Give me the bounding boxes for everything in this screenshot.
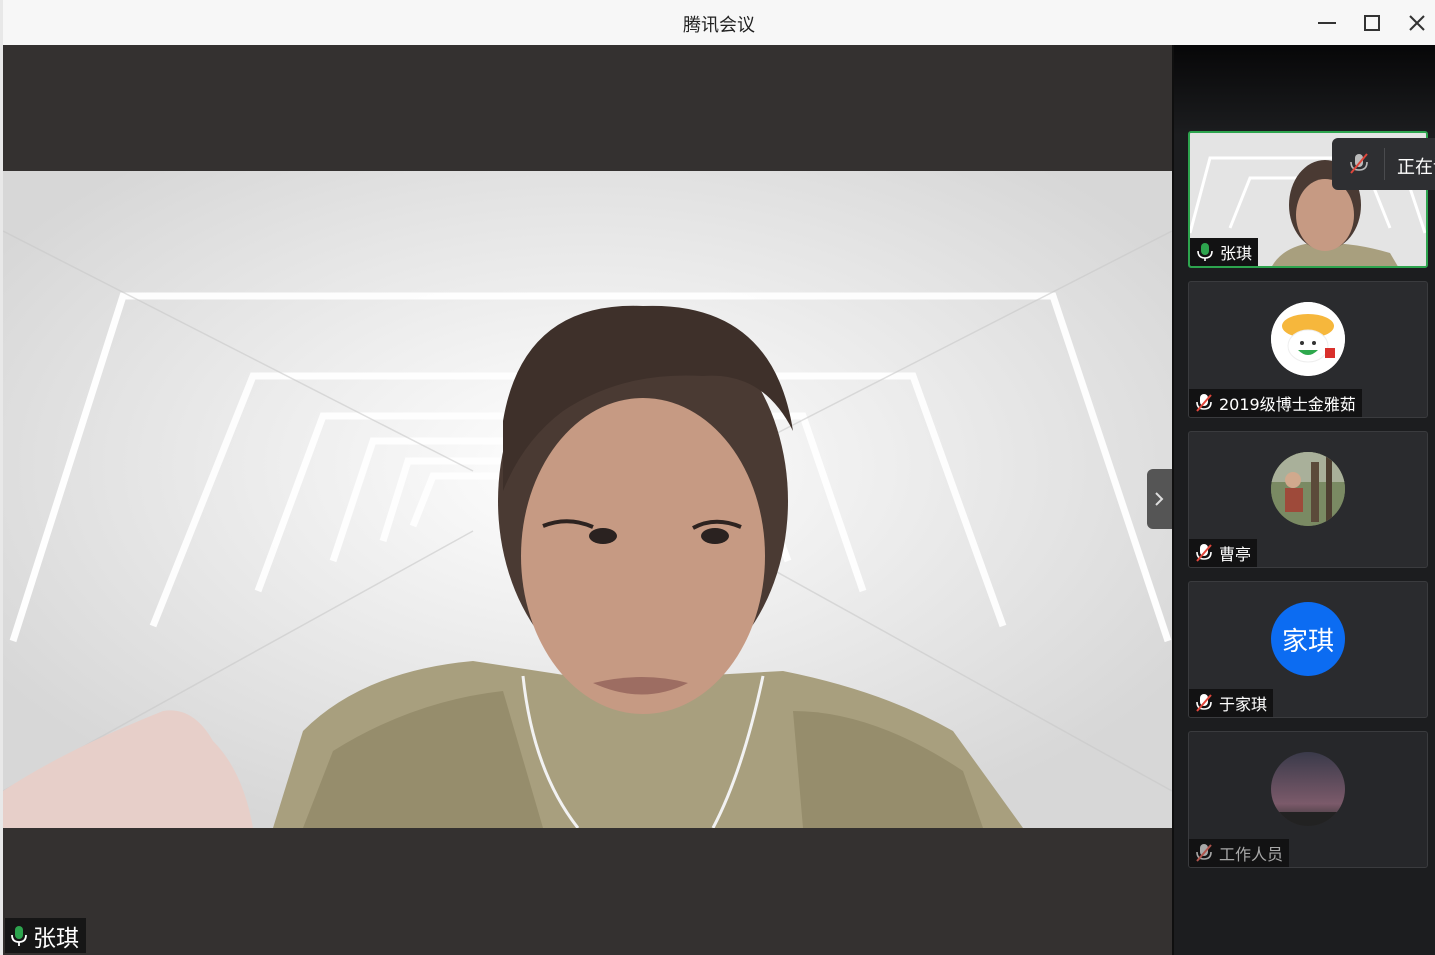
cartoon-avatar	[1271, 302, 1345, 376]
speaker-video-image	[3, 171, 1172, 828]
participant-name: 2019级博士金雅茹	[1219, 395, 1356, 414]
mic-on-icon	[11, 925, 27, 946]
minimize-icon	[1318, 22, 1336, 24]
participant-label: 于家琪	[1189, 689, 1274, 717]
participant-tile[interactable]: 曹亭	[1188, 431, 1428, 568]
participant-tile[interactable]: 家琪 于家琪	[1188, 581, 1428, 718]
mic-muted-icon	[1196, 394, 1212, 412]
collapse-sidebar-button[interactable]	[1147, 469, 1172, 529]
participant-name: 张琪	[1220, 244, 1253, 263]
sidebar-shade	[1174, 45, 1435, 135]
main-speaker-label: 张琪	[5, 918, 86, 953]
chevron-right-icon	[1155, 492, 1164, 506]
photo-avatar	[1271, 452, 1345, 526]
mic-muted-icon	[1350, 153, 1368, 174]
photo-avatar-image	[1271, 452, 1345, 526]
main-video-feed[interactable]	[3, 171, 1172, 828]
main-speaker-name: 张琪	[33, 925, 79, 952]
cartoon-avatar-image	[1271, 302, 1345, 376]
meeting-window: 腾讯会议 张琪 张琪 2019级博士金雅茹 曹亭 家琪 于家琪 工作人员 正在	[0, 0, 1435, 955]
mic-muted-icon	[1196, 544, 1212, 562]
speaking-notice-text: 正在讲	[1397, 157, 1435, 178]
participant-tile[interactable]: 工作人员	[1188, 731, 1428, 868]
participant-name: 于家琪	[1219, 695, 1268, 714]
text-avatar: 家琪	[1271, 602, 1345, 676]
participant-label: 工作人员	[1189, 839, 1290, 867]
participant-name: 工作人员	[1219, 845, 1284, 864]
close-button[interactable]	[1402, 8, 1432, 38]
sky-avatar-image	[1271, 752, 1345, 826]
mic-on-icon	[1197, 243, 1213, 261]
participant-label: 曹亭	[1189, 539, 1258, 567]
main-stage: 张琪	[3, 45, 1172, 955]
minimize-button[interactable]	[1312, 8, 1342, 38]
close-icon	[1409, 15, 1425, 31]
speaking-notice: 正在讲	[1332, 138, 1435, 190]
mic-muted-icon	[1196, 844, 1212, 862]
maximize-icon	[1364, 15, 1380, 31]
window-title: 腾讯会议	[683, 15, 755, 36]
sky-avatar	[1271, 752, 1345, 826]
divider	[1384, 148, 1385, 180]
maximize-button[interactable]	[1357, 8, 1387, 38]
participant-label: 2019级博士金雅茹	[1189, 389, 1362, 417]
participant-tile[interactable]: 2019级博士金雅茹	[1188, 281, 1428, 418]
title-bar: 腾讯会议	[3, 0, 1435, 45]
participant-label: 张琪	[1190, 238, 1259, 266]
participant-name: 曹亭	[1219, 545, 1252, 564]
mic-muted-icon	[1196, 694, 1212, 712]
